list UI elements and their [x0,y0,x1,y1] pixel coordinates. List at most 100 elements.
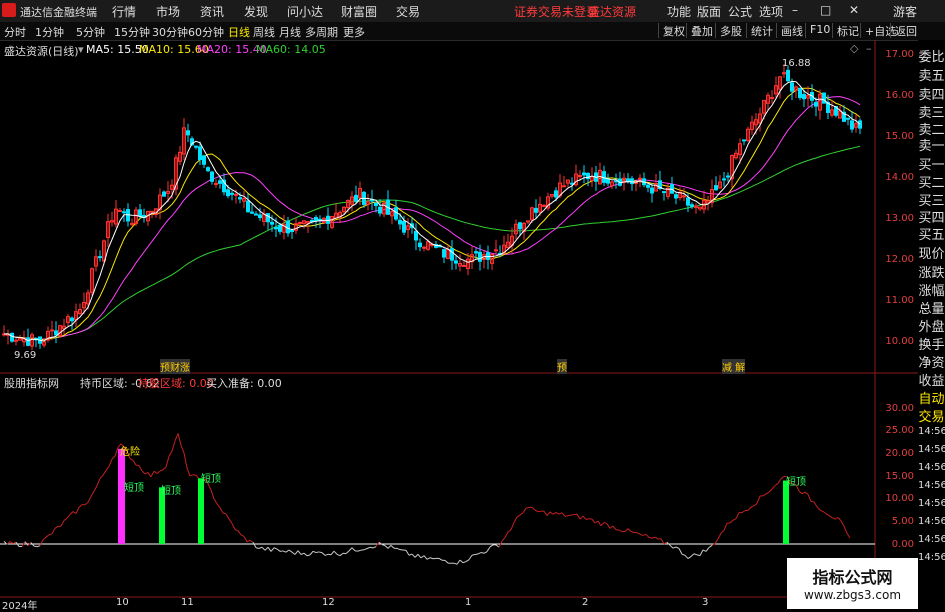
tab-60min[interactable]: 60分钟 [188,24,224,40]
menu-item-faxian[interactable]: 发现 [244,3,268,20]
menu-item-xuanxiang[interactable]: 选项 [759,3,783,20]
fuquan-button[interactable]: 复权 [658,23,685,38]
collapse-icon[interactable]: ▾ [78,43,84,56]
danger-label: 危险 [120,443,140,458]
tab-1min[interactable]: 1分钟 [35,24,64,40]
app-title: 通达信金融终端 [20,4,97,20]
indicator-tick: 30.00 [878,403,914,414]
top-signal-label: 短顶 [786,473,806,488]
date-tick: 2024年 [2,597,37,612]
tab-fenshi[interactable]: 分时 [4,24,26,40]
side-time: 14:56 [918,444,945,455]
menu-item-banmian[interactable]: 版面 [697,3,721,20]
chart-grid [0,40,918,597]
stock-chart-label: 盛达资源(日线) [4,43,79,59]
tab-15min[interactable]: 15分钟 [114,24,150,40]
stats-button[interactable]: 统计 [746,23,773,38]
tab-multi-period[interactable]: 多周期 [305,24,338,40]
price-tick: 17.00 [878,49,914,60]
indicator-tick: 10.00 [878,493,914,504]
tab-daily[interactable]: 日线 [228,24,250,40]
tab-more[interactable]: 更多 [343,24,365,40]
tab-5min[interactable]: 5分钟 [76,24,105,40]
mark-button[interactable]: 标记 [832,23,859,38]
price-tick: 11.00 [878,295,914,306]
ma20-line [4,97,860,340]
menu-item-wenxiaoda[interactable]: 问小达 [287,3,323,20]
period-toolbar: 分时 1分钟 5分钟 15分钟 30分钟 60分钟 日线 周线 月线 多周期 更… [0,22,945,41]
event-tag[interactable]: 减 解 [722,359,745,374]
date-tick: 10 [116,597,129,608]
indicator-tick: 5.00 [878,516,914,527]
indicator-tick: 25.00 [878,425,914,436]
menu-item-caifuquan[interactable]: 财富圈 [341,3,377,20]
stock-name-link[interactable]: 盛达资源 [588,3,636,20]
side-time: 14:56 [918,426,945,437]
high-price-label: 16.88 [782,58,811,69]
side-sell1[interactable]: 卖一 [918,135,945,154]
top-signal-label: 短顶 [124,479,144,494]
ma10-line [4,88,860,339]
menu-item-gongneng[interactable]: 功能 [667,3,691,20]
trade-login-link[interactable]: 证券交易未登录 [514,3,598,20]
window-minimize-button[interactable]: – [792,3,798,17]
side-time: 14:56 [918,480,945,491]
tab-monthly[interactable]: 月线 [279,24,301,40]
side-buy5[interactable]: 买五 [918,224,945,243]
watermark-box: 指标公式网 www.zbgs3.com [787,558,918,609]
guest-label[interactable]: 游客 [893,3,917,20]
back-button[interactable]: 返回 [890,23,917,38]
price-tick: 12.00 [878,254,914,265]
low-price-label: 9.69 [14,350,36,361]
side-sell4[interactable]: 卖四 [918,84,945,103]
event-tag[interactable]: 预财涨 [160,359,190,374]
indicator-name: 股朋指标网 [4,375,59,391]
side-buy1[interactable]: 买一 [918,154,945,173]
event-tag[interactable]: 预 [557,359,567,374]
date-tick: 11 [181,597,194,608]
side-time: 14:56 [918,498,945,509]
draw-line-button[interactable]: 画线 [776,23,803,38]
side-volume[interactable]: 总量 [918,298,945,317]
price-tick: 15.00 [878,131,914,142]
menu-item-hangqing[interactable]: 行情 [112,3,136,20]
side-sell5[interactable]: 卖五 [918,65,945,84]
side-outer[interactable]: 外盘 [918,316,945,335]
side-auto[interactable]: 自动 [918,388,945,407]
menu-item-shichang[interactable]: 市场 [156,3,180,20]
quote-sidebar: 委比 卖五 卖四 卖三 卖二 卖一 买一 买二 买三 买四 买五 现价 涨跌 涨… [918,40,945,609]
date-tick: 3 [702,597,708,608]
tab-weekly[interactable]: 周线 [253,24,275,40]
menu-item-zixun[interactable]: 资讯 [200,3,224,20]
kline-chart[interactable] [0,40,918,609]
window-close-button[interactable]: ✕ [849,3,859,17]
indicator-tick: 15.00 [878,471,914,482]
tab-30min[interactable]: 30分钟 [152,24,188,40]
side-time: 14:56 [918,534,945,545]
side-turnover[interactable]: 换手 [918,334,945,353]
date-tick: 12 [322,597,335,608]
overlay-button[interactable]: 叠加 [686,23,713,38]
menu-item-jiaoyi[interactable]: 交易 [396,3,420,20]
side-earnings[interactable]: 收益 [918,370,945,389]
side-buy2[interactable]: 买二 [918,172,945,191]
top-signal-label: 短顶 [201,470,221,485]
menu-item-gongshi[interactable]: 公式 [728,3,752,20]
side-price[interactable]: 现价 [918,243,945,262]
top-signal-label: 短顶 [161,482,181,497]
watermark-url: www.zbgs3.com [787,588,918,602]
ma60-label: MA60: 14.05 [256,43,326,56]
side-change[interactable]: 涨跌 [918,262,945,281]
multi-stock-button[interactable]: 多股 [715,23,742,38]
side-change-pct[interactable]: 涨幅 [918,280,945,299]
side-trade[interactable]: 交易 [918,406,945,425]
side-weibi[interactable]: 委比 [918,46,945,65]
candlesticks [3,64,862,350]
window-restore-button[interactable]: □ [820,3,831,17]
f10-button[interactable]: F10 [805,23,830,38]
indicator-tick: 20.00 [878,448,914,459]
diamond-icon[interactable]: ◇ [850,42,858,55]
date-tick: 2 [582,597,588,608]
minus-icon[interactable]: – [866,42,872,55]
side-net-asset[interactable]: 净资 [918,352,945,371]
